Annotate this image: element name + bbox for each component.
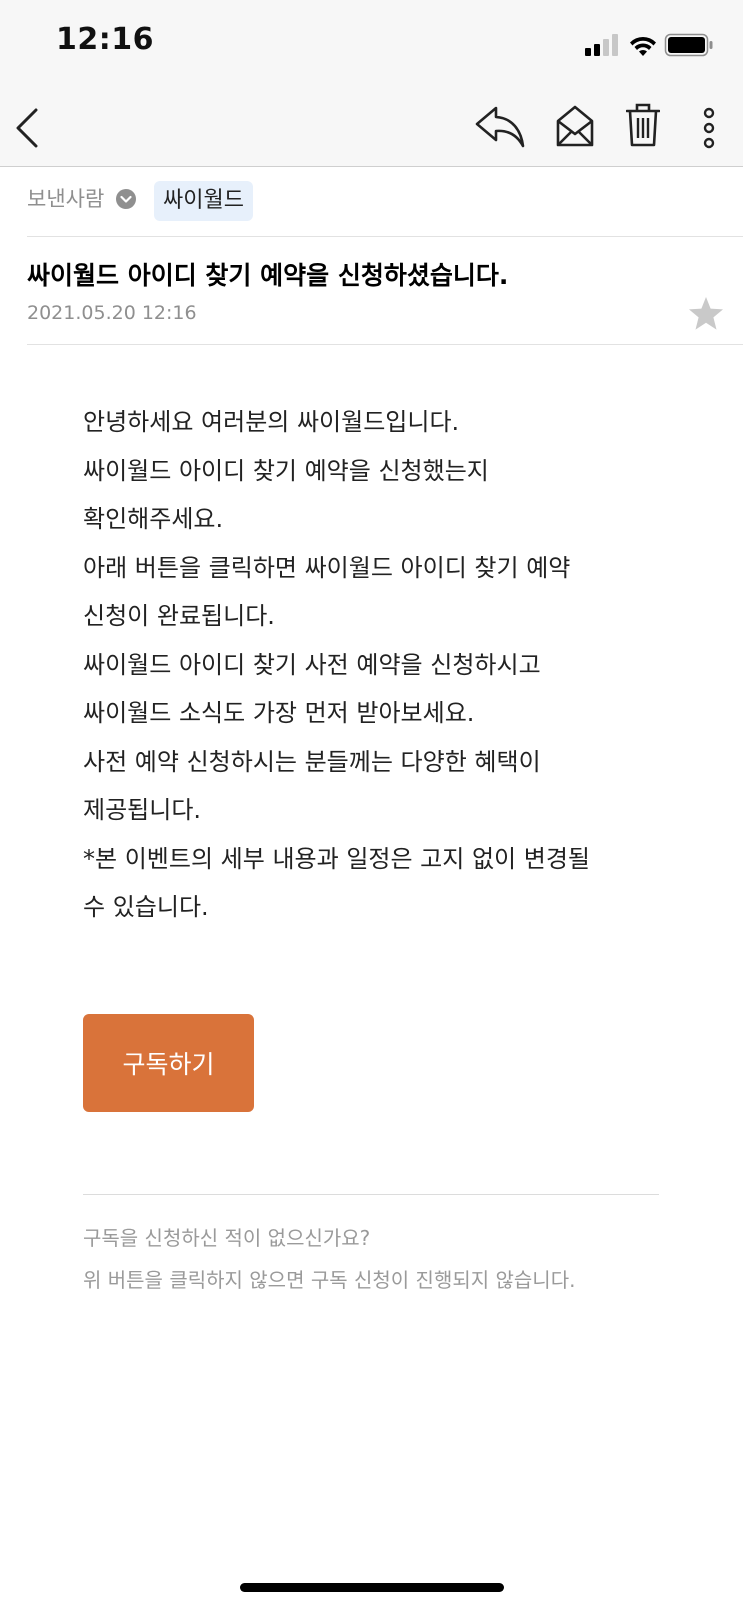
email-date: 2021.05.20 12:16 <box>27 302 197 324</box>
footer-line: 위 버튼을 클릭하지 않으면 구독 신청이 진행되지 않습니다. <box>83 1268 576 1292</box>
email-body: 안녕하세요 여러분의 싸이월드입니다. 싸이월드 아이디 찾기 예약을 신청했는… <box>83 398 683 932</box>
body-line: 사전 예약 신청하시는 분들께는 다양한 혜택이 <box>83 747 541 776</box>
subscribe-button[interactable]: 구독하기 <box>83 1014 254 1112</box>
trash-icon[interactable] <box>626 102 660 148</box>
email-subject: 싸이월드 아이디 찾기 예약을 신청하셨습니다. <box>27 261 509 290</box>
home-indicator[interactable] <box>240 1583 504 1592</box>
body-line: 확인해주세요. <box>83 505 224 533</box>
divider <box>27 344 743 345</box>
footer-line: 구독을 신청하신 적이 없으신가요? <box>83 1226 371 1250</box>
wifi-icon <box>630 36 656 56</box>
battery-icon <box>664 33 713 57</box>
body-line: 제공됩니다. <box>83 796 202 824</box>
status-time: 12:16 <box>56 22 154 57</box>
reply-icon[interactable] <box>474 104 526 150</box>
body-line: 안녕하세요 여러분의 싸이월드입니다. <box>83 408 460 436</box>
body-line: *본 이벤트의 세부 내용과 일정은 고지 없이 변경될 <box>83 844 591 873</box>
chevron-left-icon[interactable] <box>12 104 46 152</box>
sender-label: 보낸사람 <box>27 187 105 211</box>
more-vertical-icon[interactable] <box>698 104 720 152</box>
signal-icon <box>585 34 618 56</box>
divider <box>27 236 743 237</box>
body-line: 싸이월드 아이디 찾기 사전 예약을 신청하시고 <box>83 650 541 679</box>
mail-open-icon[interactable] <box>555 103 595 149</box>
chevron-down-circle-icon[interactable] <box>116 189 136 209</box>
status-icons <box>585 33 713 57</box>
body-line: 아래 버튼을 클릭하면 싸이월드 아이디 찾기 예약 <box>83 553 571 582</box>
sender-name-chip[interactable]: 싸이월드 <box>154 181 253 221</box>
body-line: 수 있습니다. <box>83 893 209 921</box>
body-line: 신청이 완료됩니다. <box>83 602 275 630</box>
divider <box>83 1194 659 1195</box>
body-line: 싸이월드 소식도 가장 먼저 받아보세요. <box>83 699 475 727</box>
star-icon[interactable] <box>688 296 724 332</box>
email-footer: 구독을 신청하신 적이 없으신가요? 위 버튼을 클릭하지 않으면 구독 신청이… <box>83 1217 575 1301</box>
body-line: 싸이월드 아이디 찾기 예약을 신청했는지 <box>83 456 489 485</box>
